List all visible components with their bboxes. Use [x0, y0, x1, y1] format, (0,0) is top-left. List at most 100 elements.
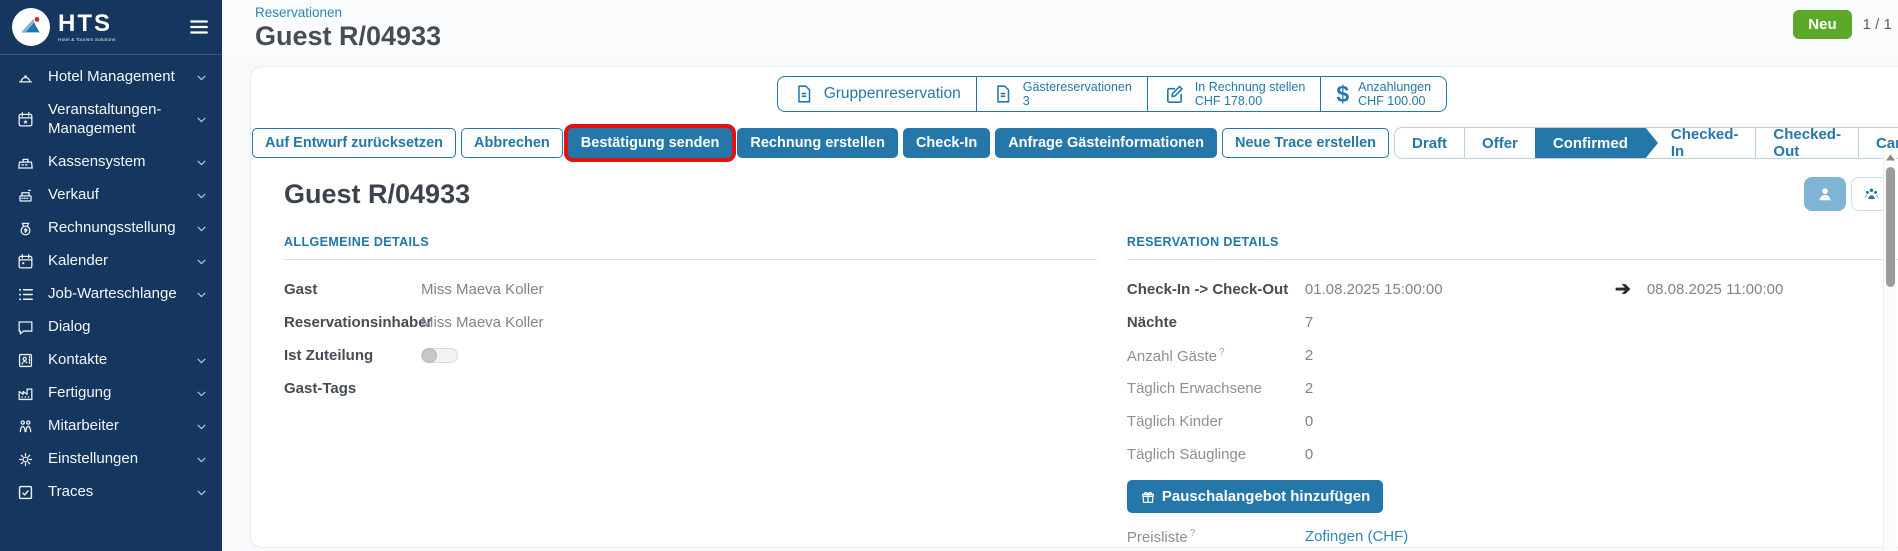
chevron-down-icon	[195, 255, 208, 268]
field-anzahl-gaeste: Anzahl Gäste? 2	[1127, 339, 1898, 372]
sidebar-item-rechnungsstellung[interactable]: Rechnungsstellung	[0, 212, 222, 245]
field-value[interactable]: 0	[1305, 446, 1313, 463]
chevron-down-icon	[195, 387, 208, 400]
scroll-up-arrow-icon[interactable]	[1884, 150, 1896, 161]
hamburger-menu-icon[interactable]	[188, 16, 210, 38]
pagination-count: 1 / 1	[1863, 16, 1892, 33]
edit-icon	[1163, 82, 1186, 106]
single-guest-view-button[interactable]	[1804, 177, 1846, 211]
cash-register-icon	[15, 153, 35, 172]
field-taeglich-erwachsene: Täglich Erwachsene 2	[1127, 372, 1898, 405]
sale-register-icon	[15, 186, 35, 205]
field-value[interactable]: 0	[1305, 413, 1313, 430]
main-area: Reservationen Guest R/04933 Neu 1 / 1 Gr…	[222, 0, 1898, 551]
toolbar-anzahlungen[interactable]: $ Anzahlungen CHF 100.00	[1320, 77, 1446, 111]
send-confirmation-button[interactable]: Bestätigung senden	[568, 128, 733, 158]
field-value[interactable]: Miss Maeva Koller	[421, 314, 544, 331]
new-trace-button[interactable]: Neue Trace erstellen	[1222, 128, 1389, 158]
sidebar-item-label: Kassensystem	[48, 153, 182, 172]
sidebar-nav: Hotel Management Veranstaltungen-Managem…	[0, 55, 222, 509]
status-draft[interactable]: Draft	[1395, 128, 1464, 158]
toolbar-row: Gruppenreservation Gästereservationen 3 …	[251, 67, 1898, 120]
check-in-button[interactable]: Check-In	[903, 128, 990, 158]
status-offer[interactable]: Offer	[1464, 128, 1535, 158]
status-checked-out[interactable]: Checked-Out	[1755, 128, 1858, 158]
add-package-offer-button[interactable]: Pauschalangebot hinzufügen	[1127, 480, 1383, 513]
request-guest-info-button[interactable]: Anfrage Gästeinformationen	[995, 128, 1217, 158]
field-checkin-checkout: Check-In -> Check-Out 01.08.2025 15:00:0…	[1127, 273, 1898, 306]
toolbar-segment-title: Anzahlungen	[1358, 80, 1431, 94]
create-invoice-button[interactable]: Rechnung erstellen	[737, 128, 898, 158]
new-button[interactable]: Neu	[1793, 10, 1851, 39]
field-ist-zuteilung: Ist Zuteilung	[284, 339, 1097, 372]
sidebar-item-mitarbeiter[interactable]: Mitarbeiter	[0, 410, 222, 443]
sidebar-item-fertigung[interactable]: Fertigung	[0, 377, 222, 410]
chevron-down-icon	[195, 71, 208, 84]
breadcrumb[interactable]: Reservationen	[255, 5, 441, 20]
arrow-right-icon: ➔	[1615, 278, 1631, 301]
sidebar-item-label: Hotel Management	[48, 68, 182, 87]
sidebar-item-label: Verkauf	[48, 186, 182, 205]
ist-zuteilung-toggle[interactable]	[421, 348, 458, 363]
gift-icon	[1140, 489, 1156, 505]
sidebar-item-label: Fertigung	[48, 384, 182, 403]
sidebar-item-veranstaltungen-management[interactable]: Veranstaltungen-Management	[0, 94, 222, 146]
pricelist-link[interactable]: Zofingen (CHF)	[1305, 528, 1408, 545]
toolbar-gaestereservationen[interactable]: Gästereservationen 3	[976, 77, 1147, 111]
sidebar-item-traces[interactable]: Traces	[0, 476, 222, 509]
sidebar-item-einstellungen[interactable]: Einstellungen	[0, 443, 222, 476]
help-marker[interactable]: ?	[1219, 347, 1225, 358]
status-confirmed[interactable]: Confirmed	[1535, 128, 1645, 158]
field-gast: Gast Miss Maeva Koller	[284, 273, 1097, 306]
sidebar: HTS Hotel & Tourism Solutions Hotel Mana…	[0, 0, 222, 551]
field-taeglich-saeuglinge: Täglich Säuglinge 0	[1127, 438, 1898, 471]
toolbar-segment-group: Gruppenreservation Gästereservationen 3 …	[777, 76, 1447, 112]
toolbar-gruppenreservation[interactable]: Gruppenreservation	[778, 77, 976, 111]
chevron-down-icon	[195, 189, 208, 202]
toolbar-in-rechnung-stellen[interactable]: In Rechnung stellen CHF 178.00	[1147, 77, 1321, 111]
reset-to-draft-button[interactable]: Auf Entwurf zurücksetzen	[252, 128, 456, 158]
field-value[interactable]: Miss Maeva Koller	[421, 281, 544, 298]
actions-row: Auf Entwurf zurücksetzen Abbrechen Bestä…	[251, 120, 1898, 167]
field-label: Reservationsinhaber	[284, 314, 421, 331]
field-value[interactable]: 2	[1305, 380, 1313, 397]
toolbar-segment-subtitle: 3	[1023, 94, 1132, 108]
reservation-details-heading: RESERVATION DETAILS	[1127, 235, 1898, 260]
reservation-card: Gruppenreservation Gästereservationen 3 …	[250, 66, 1898, 548]
cancel-button[interactable]: Abbrechen	[461, 128, 563, 158]
field-label: Ist Zuteilung	[284, 347, 421, 364]
contact-card-icon	[15, 351, 35, 370]
field-value[interactable]: 7	[1305, 314, 1313, 331]
toolbar-segment-title: In Rechnung stellen	[1195, 80, 1306, 94]
help-marker[interactable]: ?	[1190, 528, 1196, 539]
sidebar-item-kontakte[interactable]: Kontakte	[0, 344, 222, 377]
checkin-date[interactable]: 01.08.2025 15:00:00	[1305, 281, 1615, 298]
field-gast-tags: Gast-Tags	[284, 372, 1097, 405]
document-icon	[793, 82, 815, 106]
field-label: Nächte	[1127, 314, 1305, 331]
field-label: Täglich Säuglinge	[1127, 446, 1305, 463]
sidebar-item-verkauf[interactable]: Verkauf	[0, 179, 222, 212]
calendar-star-icon	[15, 110, 35, 129]
sidebar-item-job-warteschlange[interactable]: Job-Warteschlange	[0, 278, 222, 311]
reservation-details-section: RESERVATION DETAILS Check-In -> Check-Ou…	[1127, 235, 1898, 551]
chevron-down-icon	[195, 486, 208, 499]
sidebar-item-kalender[interactable]: Kalender	[0, 245, 222, 278]
document-icon	[992, 82, 1014, 106]
scrollbar-thumb[interactable]	[1886, 167, 1895, 287]
sidebar-item-dialog[interactable]: Dialog	[0, 311, 222, 344]
field-value[interactable]: 2	[1305, 347, 1313, 364]
field-label: Gast-Tags	[284, 380, 421, 397]
sidebar-item-hotel-management[interactable]: Hotel Management	[0, 61, 222, 94]
service-bell-icon	[15, 68, 35, 87]
status-pipeline: Draft Offer Confirmed Checked-In Checked…	[1394, 127, 1898, 159]
sidebar-item-label: Kalender	[48, 252, 182, 271]
vertical-scrollbar[interactable]	[1883, 150, 1896, 551]
status-checked-in[interactable]: Checked-In	[1645, 128, 1756, 158]
sidebar-item-kassensystem[interactable]: Kassensystem	[0, 146, 222, 179]
field-taeglich-kinder: Täglich Kinder 0	[1127, 405, 1898, 438]
sidebar-item-label: Rechnungsstellung	[48, 219, 182, 238]
checkout-date[interactable]: 08.08.2025 11:00:00	[1647, 281, 1784, 298]
chevron-down-icon	[195, 288, 208, 301]
field-preisliste: Preisliste? Zofingen (CHF)	[1127, 520, 1898, 551]
